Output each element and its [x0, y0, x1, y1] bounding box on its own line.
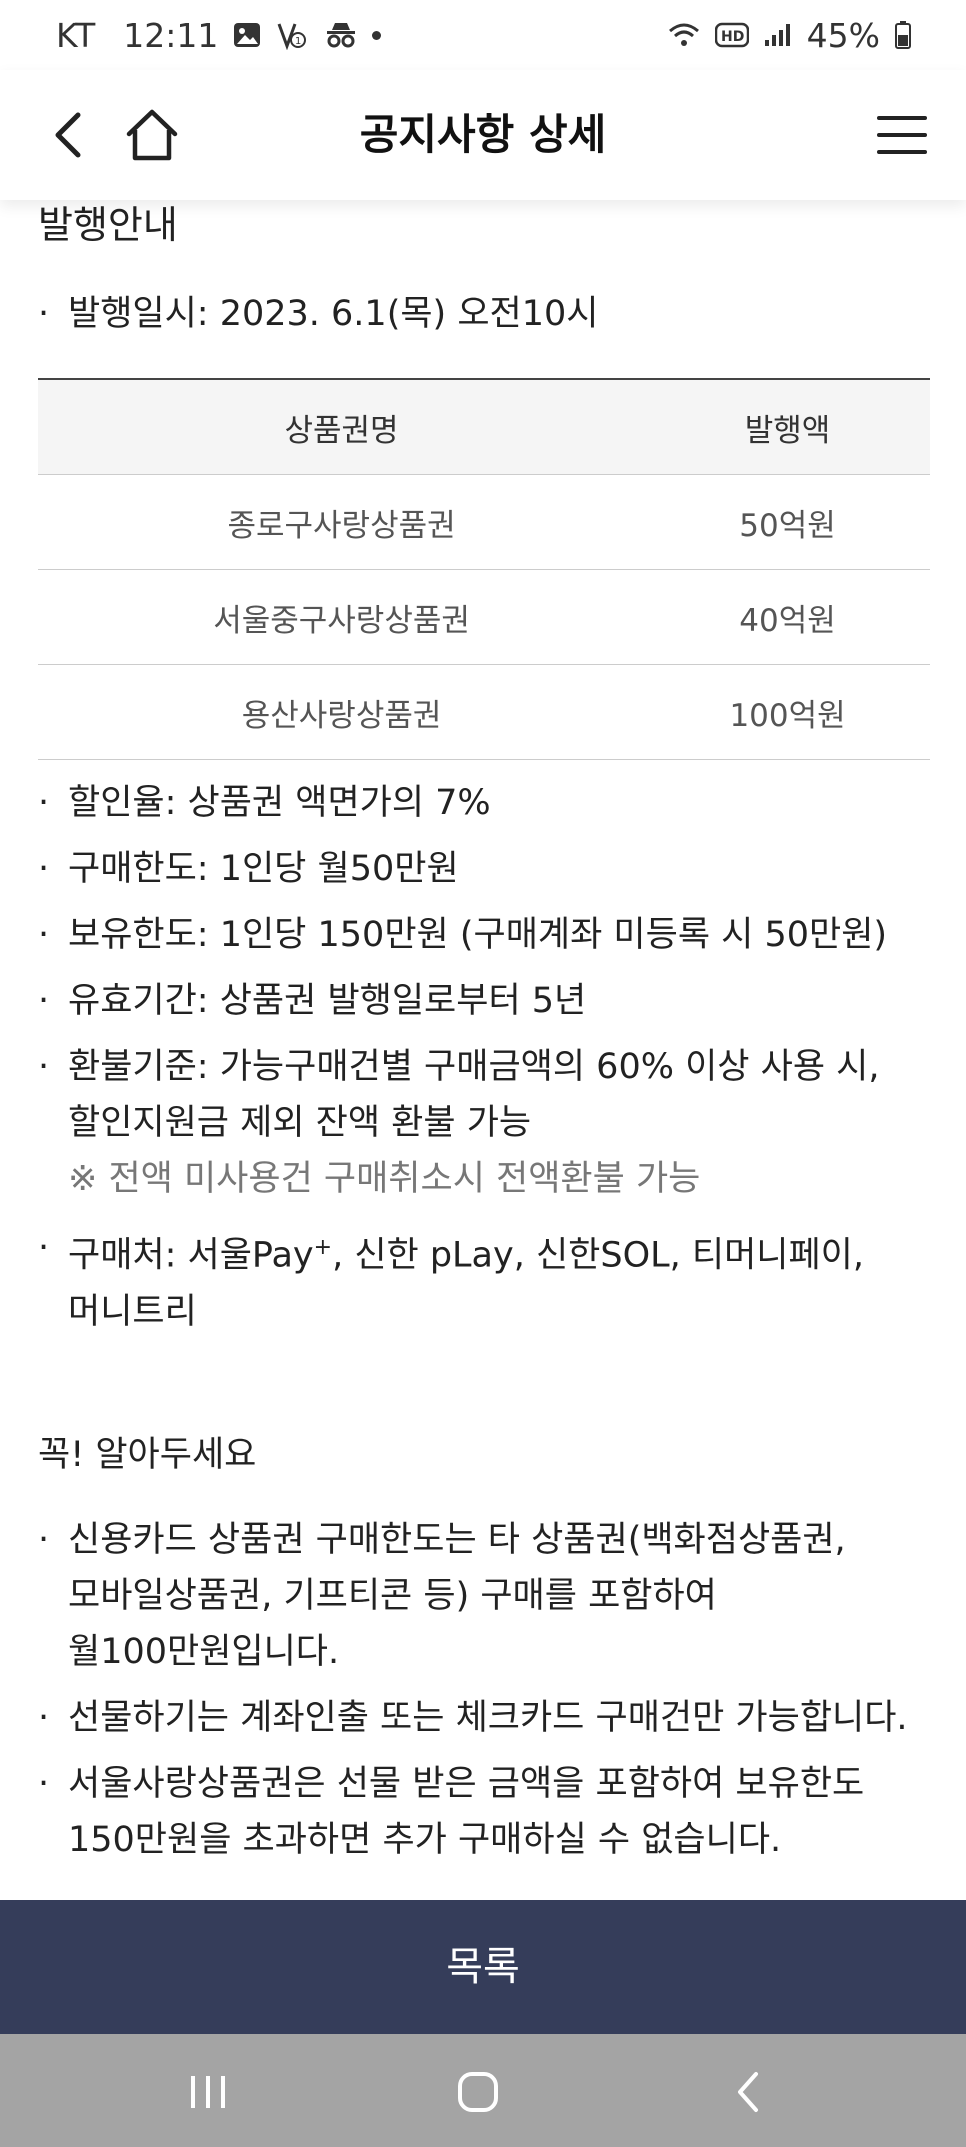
notice-content[interactable]: 발행안내 · 발행일시: 2023. 6.1(목) 오전10시 상품권명 발행액…	[0, 200, 966, 1900]
bullet-validity: · 유효기간: 상품권 발행일로부터 5년	[38, 973, 926, 1029]
bullet-holding-limit: · 보유한도: 1인당 150만원 (구매계좌 미등록 시 50만원)	[38, 907, 926, 963]
issue-date-text: 발행일시: 2023. 6.1(목) 오전10시	[68, 294, 599, 334]
menu-button[interactable]	[872, 105, 932, 165]
table-row: 서울중구사랑상품권 40억원	[38, 569, 930, 665]
bullet-where-to-buy: · 구매처: 서울Pay+, 신한 pLay, 신한SOL, 티머니페이, 머니…	[38, 1220, 926, 1340]
bullet-mark: ·	[38, 294, 50, 334]
where-to-buy-rest: , 신한 pLay, 신한SOL, 티머니페이,	[332, 1235, 865, 1276]
list-button[interactable]: 목록	[0, 1900, 966, 2034]
holding-notice-line-1: 서울사랑상품권은 선물 받은 금액을 포함하여 보유한도	[68, 1764, 865, 1804]
recent-apps-icon	[191, 2076, 225, 2108]
hd-icon: HD	[714, 22, 749, 48]
hamburger-menu-icon	[877, 116, 927, 154]
battery-icon	[894, 20, 912, 50]
refund-line-2: 할인지원금 제외 잔액 환불 가능	[68, 1103, 532, 1143]
bullet-issue-date: · 발행일시: 2023. 6.1(목) 오전10시	[38, 286, 926, 342]
svg-text:1: 1	[295, 36, 301, 47]
where-to-buy-line-1: 구매처: 서울Pay+, 신한 pLay, 신한SOL, 티머니페이,	[68, 1220, 926, 1284]
where-to-buy-line-2: 머니트리	[68, 1291, 197, 1332]
bullet-discount: · 할인율: 상품권 액면가의 7%	[38, 775, 926, 831]
status-bar: KT 12:11 1 HD 45%	[0, 0, 966, 70]
table-row: 종로구사랑상품권 50억원	[38, 474, 930, 570]
battery-percent: 45%	[806, 15, 880, 55]
refund-line-1: 환불기준: 가능구매건별 구매금액의 60% 이상 사용 시,	[68, 1047, 880, 1087]
holding-notice-line-2: 150만원을 초과하면 추가 구매하실 수 없습니다.	[68, 1820, 782, 1860]
bullet-mark: ·	[38, 1764, 50, 1804]
issue-amount-cell: 50억원	[645, 474, 930, 570]
notice-holding-limit: · 서울사랑상품권은 선물 받은 금액을 포함하여 보유한도 150만원을 초과…	[38, 1756, 926, 1868]
bullet-mark: ·	[38, 1228, 50, 1268]
bullet-refund: · 환불기준: 가능구매건별 구매금액의 60% 이상 사용 시, 할인지원금 …	[38, 1039, 926, 1207]
status-right: HD 45%	[667, 16, 912, 55]
gallery-icon	[232, 20, 262, 50]
home-nav-button[interactable]	[448, 2064, 508, 2120]
table-header: 상품권명	[38, 378, 646, 475]
credit-card-line-3: 월100만원입니다.	[68, 1632, 340, 1672]
section-title-notice: 꼭! 알아두세요	[38, 1435, 257, 1475]
back-arrow-icon	[738, 2072, 758, 2112]
bullet-mark: ·	[38, 981, 50, 1021]
bullet-mark: ·	[38, 849, 50, 889]
issue-amount-cell: 40억원	[645, 569, 930, 665]
notification-icon: 1	[276, 20, 310, 50]
credit-card-line-2: 모바일상품권, 기프티콘 등) 구매를 포함하여	[68, 1576, 717, 1616]
status-left: KT 12:11 1	[56, 15, 382, 55]
more-notifications-dot	[372, 30, 382, 40]
home-circle-icon	[458, 2072, 498, 2112]
signal-icon	[763, 22, 793, 48]
notice-credit-card: · 신용카드 상품권 구매한도는 타 상품권(백화점상품권, 모바일상품권, 기…	[38, 1512, 926, 1680]
page-title: 공지사항 상세	[359, 110, 607, 159]
wifi-icon	[667, 21, 701, 49]
where-to-buy-prefix: 구매처: 서울Pay	[68, 1235, 314, 1276]
bullet-mark: ·	[38, 1698, 50, 1738]
voucher-name-cell: 용산사랑상품권	[38, 664, 646, 760]
gift-text: 선물하기는 계좌인출 또는 체크카드 구매건만 가능합니다.	[68, 1698, 908, 1738]
recent-apps-button[interactable]	[178, 2064, 238, 2120]
table-header: 발행액	[645, 378, 930, 475]
bullet-mark: ·	[38, 1520, 50, 1560]
bullet-mark: ·	[38, 1047, 50, 1087]
table-header-row: 상품권명 발행액	[38, 378, 930, 475]
discount-text: 할인율: 상품권 액면가의 7%	[68, 783, 491, 823]
voucher-name-cell: 종로구사랑상품권	[38, 474, 646, 570]
validity-text: 유효기간: 상품권 발행일로부터 5년	[68, 981, 587, 1021]
bullet-mark: ·	[38, 915, 50, 955]
bullet-purchase-limit: · 구매한도: 1인당 월50만원	[38, 841, 926, 897]
back-nav-button[interactable]	[718, 2064, 778, 2120]
holding-limit-text: 보유한도: 1인당 150만원 (구매계좌 미등록 시 50만원)	[68, 915, 888, 955]
refund-note: ※ 전액 미사용건 구매취소시 전액환불 가능	[68, 1159, 701, 1199]
svg-text:HD: HD	[721, 29, 744, 45]
issue-amount-cell: 100억원	[645, 664, 930, 760]
system-navigation-bar	[0, 2034, 966, 2147]
bullet-mark: ·	[38, 783, 50, 823]
credit-card-line-1: 신용카드 상품권 구매한도는 타 상품권(백화점상품권,	[68, 1520, 846, 1560]
purchase-limit-text: 구매한도: 1인당 월50만원	[68, 849, 459, 889]
section-title-issue: 발행안내	[38, 203, 178, 247]
app-header: 공지사항 상세	[0, 70, 966, 200]
voucher-name-cell: 서울중구사랑상품권	[38, 569, 646, 665]
clock: 12:11	[123, 15, 219, 55]
table-row: 용산사랑상품권 100억원	[38, 664, 930, 760]
carrier-label: KT	[56, 15, 96, 55]
seoul-pay-plus: +	[313, 1235, 333, 1260]
incognito-icon	[324, 20, 358, 50]
issue-table: 상품권명 발행액 종로구사랑상품권 50억원 서울중구사랑상품권 40억원 용산…	[38, 378, 930, 760]
notice-gift: · 선물하기는 계좌인출 또는 체크카드 구매건만 가능합니다.	[38, 1690, 926, 1746]
